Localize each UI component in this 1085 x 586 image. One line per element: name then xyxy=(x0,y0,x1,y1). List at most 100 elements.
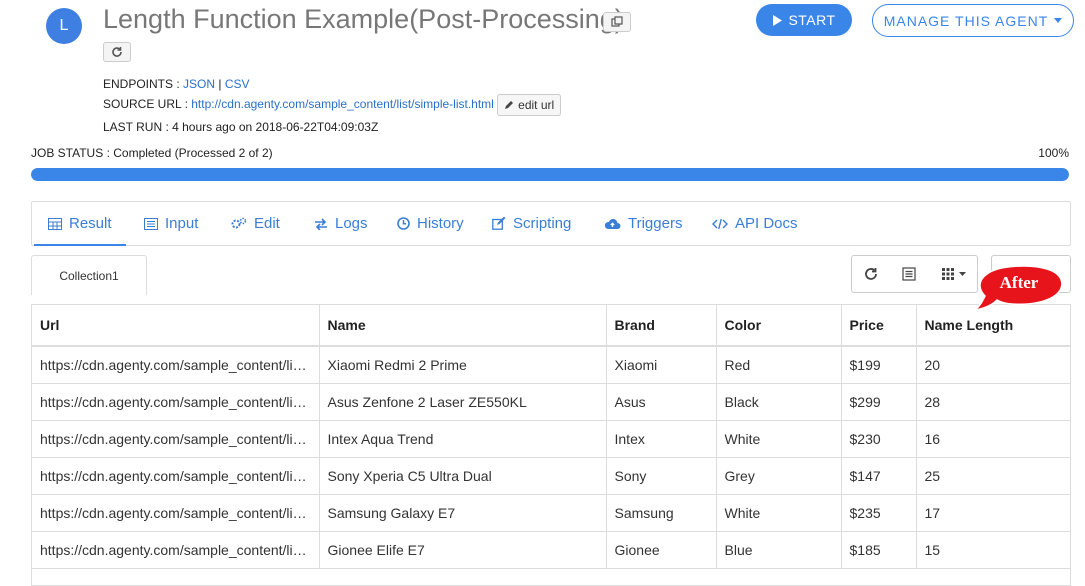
cell-name-length: 16 xyxy=(916,420,1070,458)
tab-history-label: History xyxy=(417,215,464,232)
exchange-icon xyxy=(315,217,327,230)
endpoints-separator: | xyxy=(218,77,222,91)
tab-scripting-label: Scripting xyxy=(513,215,572,232)
cell-name-length: 28 xyxy=(916,383,1070,421)
tab-result-label: Result xyxy=(69,215,112,232)
column-header-name[interactable]: Name xyxy=(319,305,607,347)
edit-icon xyxy=(492,217,506,230)
refresh-icon xyxy=(112,47,122,57)
cell-url: https://cdn.agenty.com/sample_content/li… xyxy=(32,494,320,532)
cell-color: Black xyxy=(716,383,842,421)
tab-logs[interactable]: Logs xyxy=(314,202,368,245)
list-view-button[interactable] xyxy=(889,255,930,293)
edit-url-label: edit url xyxy=(518,98,555,112)
tab-triggers-label: Triggers xyxy=(628,215,683,232)
table-row: https://cdn.agenty.com/sample_content/li… xyxy=(32,346,1070,384)
tab-scripting[interactable]: Scripting xyxy=(492,202,571,245)
cell-brand: Samsung xyxy=(606,494,717,532)
cell-name-length: 25 xyxy=(916,457,1070,495)
cell-price: $147 xyxy=(841,457,917,495)
cell-brand: Sony xyxy=(606,457,717,495)
tab-history[interactable]: History xyxy=(397,202,464,245)
tab-edit[interactable]: Edit xyxy=(231,202,280,245)
cell-url: https://cdn.agenty.com/sample_content/li… xyxy=(32,420,320,458)
code-icon xyxy=(712,218,728,229)
copy-icon xyxy=(611,16,623,27)
table-header-row: Url Name Brand Color Price Name Length xyxy=(32,305,1070,347)
last-run-text: LAST RUN : 4 hours ago on 2018-06-22T04:… xyxy=(103,120,379,134)
job-status-percent: 100% xyxy=(1038,146,1069,160)
cell-name: Gionee Elife E7 xyxy=(319,531,607,569)
refresh-agent-button[interactable] xyxy=(103,42,131,62)
column-header-brand[interactable]: Brand xyxy=(606,305,717,347)
play-icon xyxy=(773,14,783,26)
tab-result[interactable]: Result xyxy=(34,202,125,246)
columns-toggle-button[interactable] xyxy=(929,255,978,293)
endpoint-json-link[interactable]: JSON xyxy=(183,77,215,91)
cell-name: Samsung Galaxy E7 xyxy=(319,494,607,532)
page-title: Length Function Example(Post-Processing) xyxy=(103,4,624,34)
cogs-icon xyxy=(231,217,247,229)
cell-url: https://cdn.agenty.com/sample_content/li… xyxy=(32,346,320,384)
list-icon xyxy=(902,267,916,281)
cloud-upload-icon xyxy=(604,218,621,229)
after-callout: After xyxy=(975,266,1063,311)
table-row: https://cdn.agenty.com/sample_content/li… xyxy=(32,494,1070,532)
cell-name-length: 17 xyxy=(916,494,1070,532)
caret-down-icon xyxy=(1054,18,1063,23)
cell-name: Xiaomi Redmi 2 Prime xyxy=(319,346,607,384)
tab-api-docs-label: API Docs xyxy=(735,215,798,232)
source-url-link[interactable]: http://cdn.agenty.com/sample_content/lis… xyxy=(191,97,494,111)
endpoint-csv-link[interactable]: CSV xyxy=(225,77,250,91)
grid-icon xyxy=(941,268,954,280)
cell-color: Grey xyxy=(716,457,842,495)
tab-edit-label: Edit xyxy=(254,215,280,232)
job-progress-fill xyxy=(31,168,1069,181)
manage-agent-button[interactable]: MANAGE THIS AGENT xyxy=(872,4,1074,37)
copy-button[interactable] xyxy=(603,12,631,32)
cell-name-length: 15 xyxy=(916,531,1070,569)
column-header-color[interactable]: Color xyxy=(716,305,842,347)
cell-name-length: 20 xyxy=(916,346,1070,384)
cell-url: https://cdn.agenty.com/sample_content/li… xyxy=(32,457,320,495)
cell-price: $235 xyxy=(841,494,917,532)
refresh-icon xyxy=(865,268,877,280)
source-url-label: SOURCE URL : xyxy=(103,97,188,112)
table-row: https://cdn.agenty.com/sample_content/li… xyxy=(32,383,1070,421)
clock-icon xyxy=(397,217,410,230)
cell-brand: Asus xyxy=(606,383,717,421)
callout-text: After xyxy=(1000,273,1039,292)
cell-color: Red xyxy=(716,346,842,384)
refresh-results-button[interactable] xyxy=(851,255,891,293)
tab-triggers[interactable]: Triggers xyxy=(604,202,682,245)
cell-price: $199 xyxy=(841,346,917,384)
cell-url: https://cdn.agenty.com/sample_content/li… xyxy=(32,531,320,569)
table-icon xyxy=(48,217,62,230)
cell-brand: Xiaomi xyxy=(606,346,717,384)
cell-color: Blue xyxy=(716,531,842,569)
cell-name: Sony Xperia C5 Ultra Dual xyxy=(319,457,607,495)
tab-logs-label: Logs xyxy=(335,215,368,232)
start-label: START xyxy=(788,12,836,28)
job-progress-bar xyxy=(31,168,1069,181)
cell-price: $185 xyxy=(841,531,917,569)
tab-input[interactable]: Input xyxy=(144,202,198,245)
agent-avatar: L xyxy=(46,8,82,44)
cell-color: White xyxy=(716,494,842,532)
cell-name: Intex Aqua Trend xyxy=(319,420,607,458)
manage-label: MANAGE THIS AGENT xyxy=(883,12,1049,29)
start-button[interactable]: START xyxy=(756,4,852,36)
tab-collection1[interactable]: Collection1 xyxy=(31,255,147,295)
cell-brand: Intex xyxy=(606,420,717,458)
endpoints-row: ENDPOINTS : JSON | CSV xyxy=(103,77,250,91)
column-header-price[interactable]: Price xyxy=(841,305,917,347)
column-header-url[interactable]: Url xyxy=(32,305,320,347)
endpoints-label: ENDPOINTS : xyxy=(103,77,180,91)
pencil-icon xyxy=(505,101,514,109)
source-url-row: SOURCE URL : http://cdn.agenty.com/sampl… xyxy=(103,94,562,116)
edit-url-button[interactable]: edit url xyxy=(497,94,562,116)
tab-api-docs[interactable]: API Docs xyxy=(712,202,798,245)
cell-url: https://cdn.agenty.com/sample_content/li… xyxy=(32,383,320,421)
cell-name: Asus Zenfone 2 Laser ZE550KL xyxy=(319,383,607,421)
table-row: https://cdn.agenty.com/sample_content/li… xyxy=(32,457,1070,495)
